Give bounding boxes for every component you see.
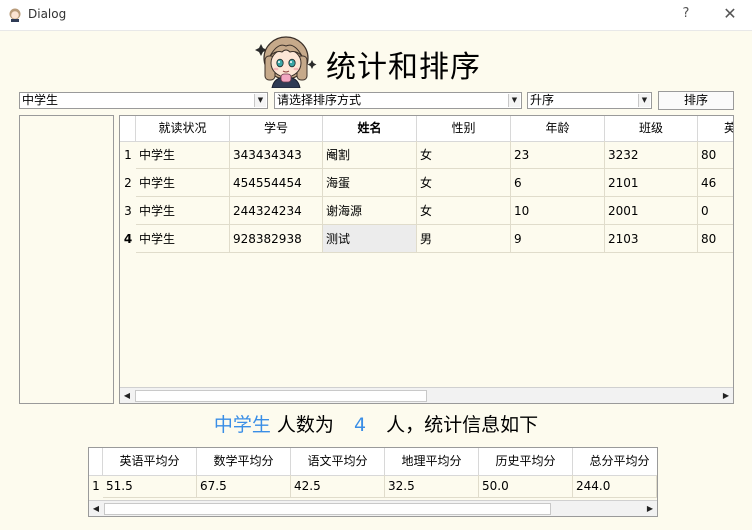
chevron-down-icon: ▼: [638, 94, 650, 107]
table-cell[interactable]: 中学生: [136, 225, 230, 253]
table-cell[interactable]: 海蛋: [323, 169, 417, 197]
avatar-icon: [255, 36, 317, 88]
stats-horizontal-scrollbar[interactable]: ◀ ▶: [89, 500, 657, 516]
column-header-geography-avg[interactable]: 地理平均分: [385, 448, 479, 475]
sort-field-select[interactable]: 请选择排序方式 ▼: [274, 92, 522, 109]
row-header[interactable]: 1: [120, 141, 136, 169]
column-header-math-avg[interactable]: 数学平均分: [197, 448, 291, 475]
window-title: Dialog: [28, 7, 67, 21]
column-header-status[interactable]: 就读状况: [136, 116, 230, 141]
summary-count: 4: [353, 414, 367, 436]
category-select[interactable]: 中学生 ▼: [19, 92, 268, 109]
sort-button[interactable]: 排序: [658, 91, 734, 110]
app-icon: [9, 8, 21, 22]
row-header[interactable]: 3: [120, 197, 136, 225]
stats-cell[interactable]: 67.5: [197, 475, 291, 498]
table-cell[interactable]: 3232: [605, 141, 698, 169]
row-header[interactable]: 2: [120, 169, 136, 197]
table-cell-selected[interactable]: 测试: [323, 225, 417, 253]
category-select-value: 中学生: [22, 93, 59, 107]
table-cell[interactable]: 2001: [605, 197, 698, 225]
stats-table[interactable]: 英语平均分 数学平均分 语文平均分 地理平均分 历史平均分 总分平均分 1 51…: [88, 447, 658, 517]
table-cell[interactable]: 中学生: [136, 169, 230, 197]
stats-cell[interactable]: 42.5: [291, 475, 385, 498]
column-header-english-avg[interactable]: 英语平均分: [103, 448, 197, 475]
scroll-left-button[interactable]: ◀: [120, 388, 134, 403]
table-cell[interactable]: 6: [511, 169, 605, 197]
row-header[interactable]: 4: [120, 225, 136, 253]
stats-cell[interactable]: 51.5: [103, 475, 197, 498]
student-table[interactable]: 就读状况 学号 姓名 性别 年龄 班级 英 1 中学生 343434343 阉割…: [119, 115, 734, 404]
category-list[interactable]: [19, 115, 114, 404]
column-header-age[interactable]: 年龄: [511, 116, 605, 141]
table-cell[interactable]: 46: [698, 169, 733, 197]
sort-order-select[interactable]: 升序 ▼: [527, 92, 652, 109]
table-cell[interactable]: 女: [417, 197, 511, 225]
table-cell[interactable]: 中学生: [136, 141, 230, 169]
column-header-name[interactable]: 姓名: [323, 116, 417, 141]
table-cell[interactable]: 244324234: [230, 197, 323, 225]
chevron-down-icon: ▼: [508, 94, 520, 107]
corner-cell: [89, 448, 103, 475]
summary-category: 中学生: [213, 414, 271, 436]
column-header-class[interactable]: 班级: [605, 116, 698, 141]
table-cell[interactable]: 9: [511, 225, 605, 253]
summary-line: 中学生 人数为 4 人，统计信息如下: [0, 410, 752, 437]
help-button[interactable]: ?: [678, 4, 694, 24]
scroll-right-button[interactable]: ▶: [643, 501, 657, 516]
table-cell[interactable]: 0: [698, 197, 733, 225]
table-cell[interactable]: 928382938: [230, 225, 323, 253]
row-header[interactable]: 1: [89, 475, 103, 498]
column-header-history-avg[interactable]: 历史平均分: [479, 448, 573, 475]
scrollbar-thumb[interactable]: [104, 503, 551, 515]
column-header-english[interactable]: 英: [698, 116, 733, 141]
stats-cell[interactable]: 244.0: [573, 475, 657, 498]
table-cell[interactable]: 阉割: [323, 141, 417, 169]
table-cell[interactable]: 80: [698, 225, 733, 253]
scroll-left-button[interactable]: ◀: [89, 501, 103, 516]
table-cell[interactable]: 女: [417, 141, 511, 169]
sort-field-select-value: 请选择排序方式: [277, 93, 362, 107]
table-cell[interactable]: 23: [511, 141, 605, 169]
corner-cell: [120, 116, 136, 141]
close-button[interactable]: ✕: [720, 4, 740, 24]
column-header-gender[interactable]: 性别: [417, 116, 511, 141]
chevron-down-icon: ▼: [254, 94, 266, 107]
column-header-chinese-avg[interactable]: 语文平均分: [291, 448, 385, 475]
table-horizontal-scrollbar[interactable]: ◀ ▶: [120, 387, 733, 403]
page-title: 统计和排序: [326, 50, 481, 85]
stats-cell[interactable]: 32.5: [385, 475, 479, 498]
summary-text-count-label: 人数为: [276, 414, 334, 436]
table-cell[interactable]: 10: [511, 197, 605, 225]
column-header-total-avg[interactable]: 总分平均分: [573, 448, 657, 475]
table-cell[interactable]: 343434343: [230, 141, 323, 169]
table-cell[interactable]: 2101: [605, 169, 698, 197]
table-header: 就读状况 学号 姓名 性别 年龄 班级 英: [120, 116, 733, 142]
title-bar: Dialog ? ✕: [0, 0, 752, 31]
table-cell[interactable]: 中学生: [136, 197, 230, 225]
table-cell[interactable]: 谢海源: [323, 197, 417, 225]
table-cell[interactable]: 454554454: [230, 169, 323, 197]
table-cell[interactable]: 男: [417, 225, 511, 253]
scroll-right-button[interactable]: ▶: [719, 388, 733, 403]
table-cell[interactable]: 2103: [605, 225, 698, 253]
scrollbar-thumb[interactable]: [135, 390, 427, 402]
stats-cell[interactable]: 50.0: [479, 475, 573, 498]
column-header-id[interactable]: 学号: [230, 116, 323, 141]
table-cell[interactable]: 女: [417, 169, 511, 197]
table-cell[interactable]: 80: [698, 141, 733, 169]
sort-order-select-value: 升序: [530, 93, 555, 107]
summary-text-tail: 人，统计信息如下: [386, 414, 539, 436]
stats-table-header: 英语平均分 数学平均分 语文平均分 地理平均分 历史平均分 总分平均分: [89, 448, 657, 476]
